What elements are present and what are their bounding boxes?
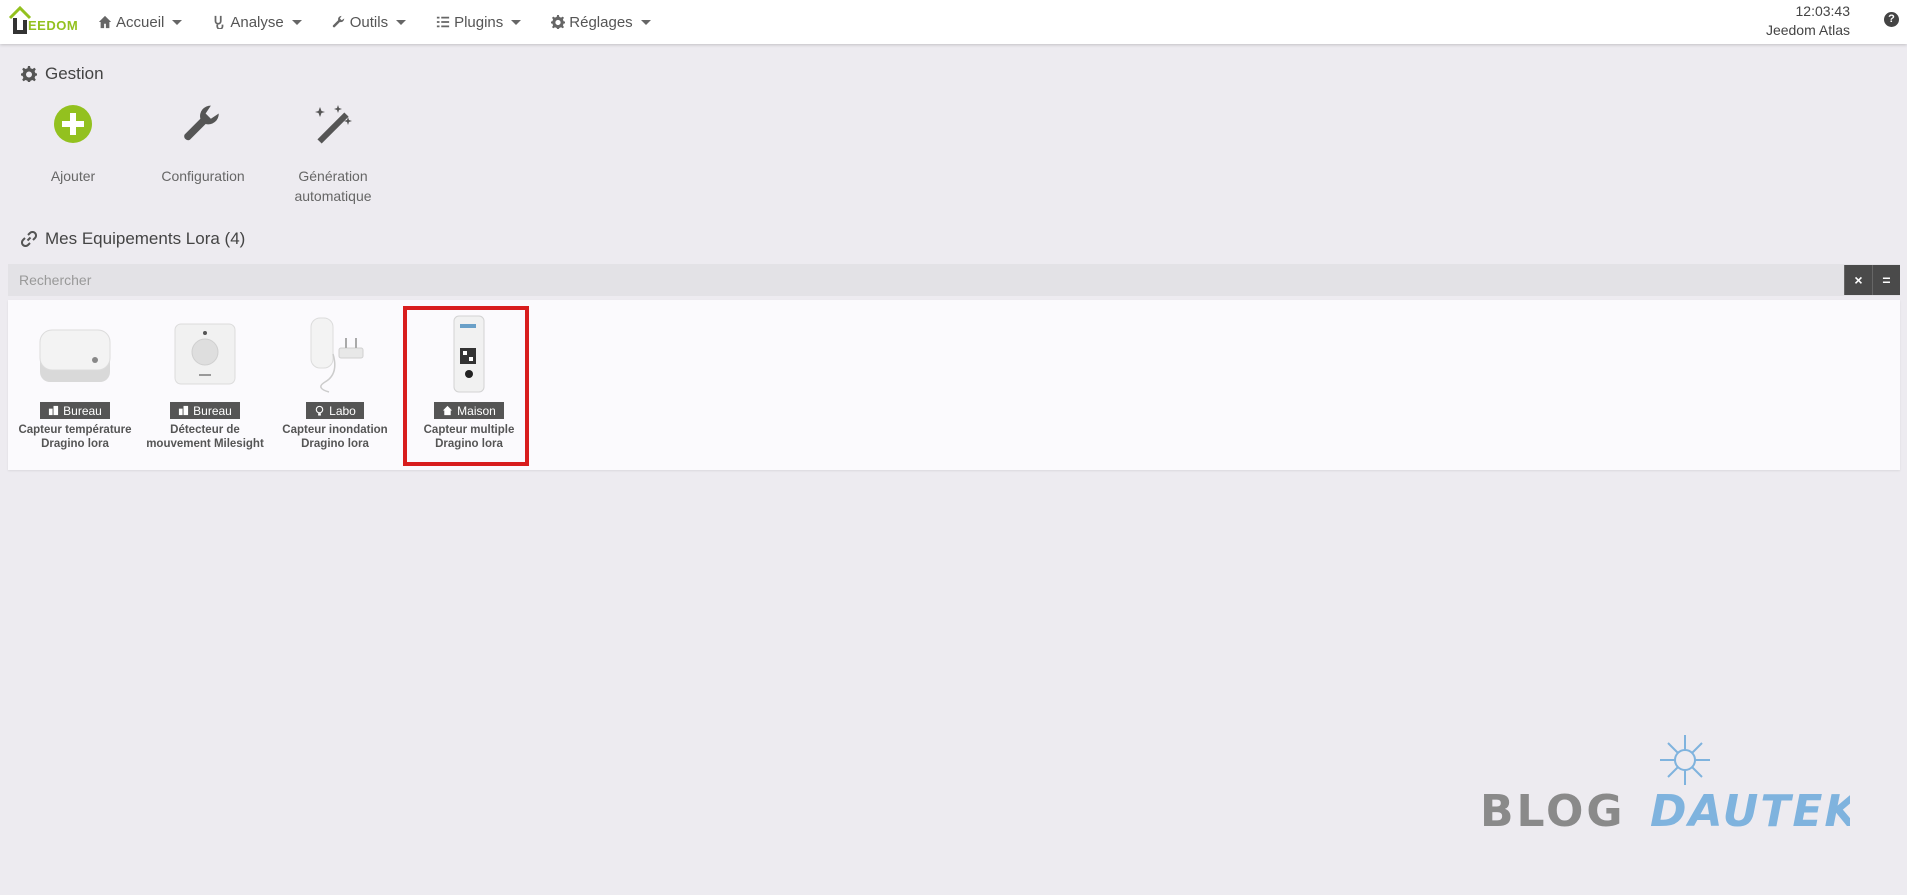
list-icon <box>436 16 450 28</box>
chevron-down-icon <box>396 19 407 25</box>
menu-accueil-label: Accueil <box>116 13 165 31</box>
menu-reglages[interactable]: Réglages <box>551 13 651 31</box>
office-icon <box>49 405 59 416</box>
jeedom-logo[interactable]: EEDOM <box>8 4 80 38</box>
gestion-section-title: Gestion <box>21 64 104 84</box>
office-icon <box>179 405 189 416</box>
stethoscope-icon <box>214 15 224 29</box>
blog-dautek-watermark: BLOG DAUTEK <box>1480 735 1850 837</box>
equipment-list-panel: Bureau Capteur température Dragino lora … <box>8 300 1900 470</box>
menu-analyse-label: Analyse <box>230 13 284 31</box>
auto-generation-label-2: automatique <box>294 188 372 204</box>
chevron-down-icon <box>511 19 522 25</box>
menu-plugins-label: Plugins <box>454 13 504 31</box>
equipment-image <box>273 314 397 394</box>
equipment-name-2: Dragino lora <box>41 438 109 450</box>
equipment-image <box>13 314 137 394</box>
room-badge: Bureau <box>170 402 240 419</box>
add-equipment-button[interactable]: Ajouter <box>18 100 128 186</box>
room-label: Bureau <box>193 403 232 418</box>
menu-outils[interactable]: Outils <box>332 13 407 31</box>
equipment-name-1: Détecteur de <box>170 424 240 436</box>
top-navbar: EEDOM Accueil Analyse Outils Plugins Rég… <box>0 0 1907 44</box>
chevron-down-icon <box>640 19 651 25</box>
home-icon <box>98 15 112 29</box>
equipements-section-title: Mes Equipements Lora (4) <box>21 229 245 249</box>
highlight-box <box>403 306 529 466</box>
equipment-card[interactable]: Labo Capteur inondation Dragino lora <box>273 314 397 451</box>
logo-text: EEDOM <box>28 18 79 33</box>
watermark-word-2: DAUTEK <box>1650 786 1850 837</box>
help-icon[interactable]: ? <box>1884 12 1899 27</box>
equipment-name-1: Capteur température <box>18 424 132 436</box>
menu-reglages-label: Réglages <box>569 13 633 31</box>
gear-icon <box>21 66 37 82</box>
search-input[interactable] <box>8 264 1844 296</box>
link-icon <box>21 231 37 247</box>
configuration-button[interactable]: Configuration <box>148 100 258 186</box>
menu-plugins[interactable]: Plugins <box>436 13 522 31</box>
lightbulb-icon <box>315 405 324 416</box>
room-badge: Bureau <box>40 402 110 419</box>
add-label: Ajouter <box>50 168 96 184</box>
magic-wand-icon <box>315 105 352 144</box>
clock-block: 12:03:43 Jeedom Atlas <box>1766 2 1850 40</box>
clear-search-button[interactable]: × <box>1844 265 1872 295</box>
wrench-icon <box>184 105 219 141</box>
search-bar: × = <box>8 264 1900 296</box>
room-label: Labo <box>329 403 356 418</box>
chevron-down-icon <box>291 19 302 25</box>
menu-analyse[interactable]: Analyse <box>212 13 302 31</box>
equipment-card[interactable]: Bureau Détecteur de mouvement Milesight <box>143 314 267 451</box>
plus-circle-icon <box>54 105 92 143</box>
circuit-snowflake-icon <box>1660 735 1710 785</box>
watermark-word-1: BLOG <box>1480 786 1626 837</box>
room-label: Bureau <box>63 403 102 418</box>
clock-time: 12:03:43 <box>1795 3 1851 19</box>
system-name: Jeedom Atlas <box>1765 22 1850 38</box>
equipment-image <box>143 314 267 394</box>
equipment-name-1: Capteur inondation <box>282 424 388 436</box>
menu-accueil[interactable]: Accueil <box>98 13 183 31</box>
equipment-name-2: Dragino lora <box>301 438 369 450</box>
auto-generation-label-1: Génération <box>298 168 368 184</box>
room-badge: Labo <box>306 402 364 419</box>
gear-icon <box>551 15 566 29</box>
configuration-label: Configuration <box>161 168 245 184</box>
equipment-name-2: mouvement Milesight <box>146 438 264 450</box>
auto-generation-button[interactable]: Génération automatique <box>278 100 388 206</box>
gestion-title: Gestion <box>45 64 104 83</box>
main-menu: Accueil Analyse Outils Plugins Réglages <box>98 0 681 44</box>
menu-outils-label: Outils <box>349 13 389 31</box>
wrench-icon <box>332 15 344 28</box>
equipment-card[interactable]: Bureau Capteur température Dragino lora <box>13 314 137 451</box>
display-toggle-button[interactable]: = <box>1872 265 1900 295</box>
chevron-down-icon <box>172 19 183 25</box>
equipements-title: Mes Equipements Lora (4) <box>45 229 246 248</box>
